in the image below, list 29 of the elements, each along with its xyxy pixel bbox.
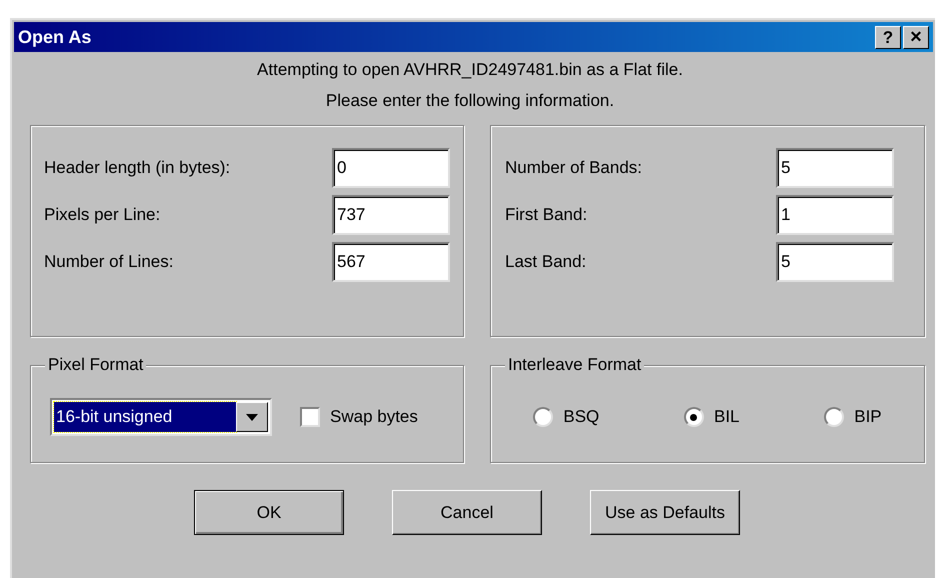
radio-button[interactable] — [684, 407, 704, 427]
radio-label: BSQ — [563, 406, 600, 428]
field-label: Number of Lines: — [44, 250, 174, 273]
radio-label: BIL — [714, 406, 740, 428]
radio-label: BIP — [854, 406, 882, 428]
format-dropdown[interactable]: 16-bit unsigned — [50, 398, 272, 436]
radio-button[interactable] — [824, 407, 844, 427]
window-title: Open As — [18, 26, 92, 49]
input-field[interactable]: 737 — [332, 194, 450, 234]
input-field[interactable]: 5 — [776, 242, 894, 282]
dialog-button[interactable]: Use as Defaults — [590, 490, 740, 535]
checkbox-label: Swap bytes — [330, 406, 418, 428]
field-label: Last Band: — [505, 250, 586, 273]
input-field[interactable]: 567 — [332, 242, 450, 282]
field-label: Pixels per Line: — [44, 204, 160, 226]
message-text: Please enter the following information. — [326, 90, 614, 112]
input-field[interactable]: 5 — [776, 148, 894, 188]
field-label: First Band: — [505, 204, 588, 226]
dialog-button[interactable]: OK — [194, 490, 344, 535]
help-button[interactable]: ? — [875, 26, 901, 48]
field-label: Number of Bands: — [505, 156, 642, 179]
dialog-button[interactable]: Cancel — [392, 490, 542, 535]
radio-button[interactable] — [533, 407, 554, 427]
field-label: Header length (in bytes): — [44, 156, 230, 179]
input-field[interactable]: 0 — [332, 148, 450, 188]
close-button[interactable]: × — [903, 26, 929, 48]
checkbox[interactable] — [300, 407, 320, 427]
input-field[interactable]: 1 — [776, 194, 894, 234]
message-text: Attempting to open AVHRR_ID2497481.bin as a Flat file. — [257, 59, 683, 81]
